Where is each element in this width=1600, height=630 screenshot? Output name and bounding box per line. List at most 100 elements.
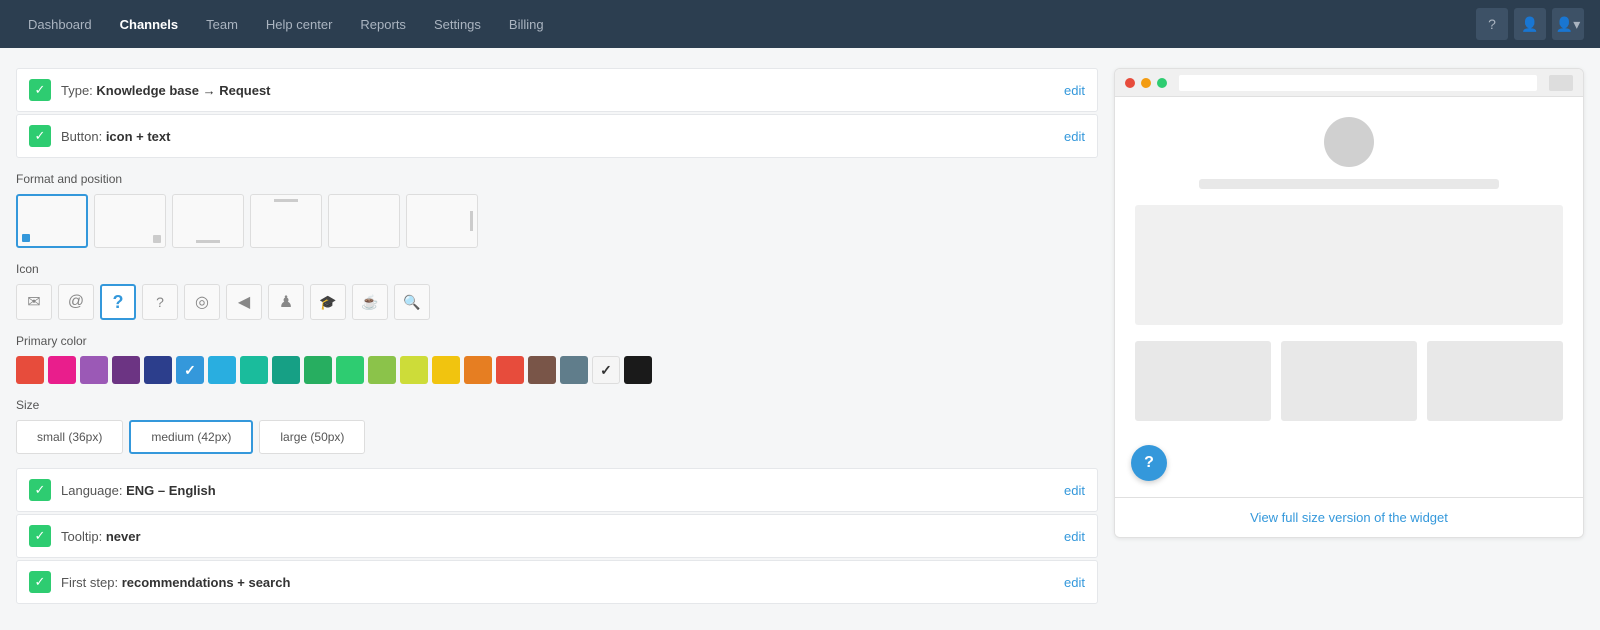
firststep-label: First step: recommendations + search xyxy=(61,575,1054,590)
tooltip-edit[interactable]: edit xyxy=(1064,529,1085,544)
color-lightgreen[interactable] xyxy=(368,356,396,384)
format-option-1[interactable] xyxy=(94,194,166,248)
color-slate[interactable] xyxy=(560,356,588,384)
color-lime[interactable] xyxy=(400,356,428,384)
color-darkpurple[interactable] xyxy=(112,356,140,384)
icon-life-ring[interactable]: ◎ xyxy=(184,284,220,320)
format-dot-2 xyxy=(196,240,220,243)
icon-mail[interactable]: ✉ xyxy=(16,284,52,320)
navbar: Dashboard Channels Team Help center Repo… xyxy=(0,0,1600,48)
button-edit[interactable]: edit xyxy=(1064,129,1085,144)
language-edit[interactable]: edit xyxy=(1064,483,1085,498)
format-dot-1 xyxy=(153,235,161,243)
color-lightblue[interactable] xyxy=(208,356,236,384)
preview-avatar xyxy=(1324,117,1374,167)
icon-graduation[interactable]: 🎓 xyxy=(310,284,346,320)
color-teal[interactable] xyxy=(240,356,268,384)
nav-billing[interactable]: Billing xyxy=(497,11,556,38)
format-dot-3 xyxy=(274,199,298,202)
button-label: Button: icon + text xyxy=(61,129,1054,144)
preview-cards xyxy=(1135,341,1563,421)
notifications-icon-btn[interactable]: 👤 xyxy=(1514,8,1546,40)
nav-team[interactable]: Team xyxy=(194,11,250,38)
color-darkgreen[interactable] xyxy=(304,356,332,384)
color-purple[interactable] xyxy=(80,356,108,384)
color-green[interactable] xyxy=(336,356,364,384)
nav-actions: ? 👤 👤▾ xyxy=(1476,8,1584,40)
preview-content: ? xyxy=(1115,97,1583,497)
nav-reports[interactable]: Reports xyxy=(348,11,418,38)
type-checkbox: ✓ xyxy=(29,79,51,101)
format-option-5[interactable] xyxy=(406,194,478,248)
firststep-checkbox: ✓ xyxy=(29,571,51,593)
nav-links: Dashboard Channels Team Help center Repo… xyxy=(16,11,556,38)
language-row: ✓ Language: ENG – English edit xyxy=(16,468,1098,512)
type-edit[interactable]: edit xyxy=(1064,83,1085,98)
icon-grid: ✉ @ ? ? ◎ ◀ ♟ 🎓 ☕ 🔍 xyxy=(16,284,1098,320)
icon-coffee[interactable]: ☕ xyxy=(352,284,388,320)
icon-search[interactable]: 🔍 xyxy=(394,284,430,320)
format-option-0[interactable] xyxy=(16,194,88,248)
icon-label: Icon xyxy=(16,262,1098,276)
language-label: Language: ENG – English xyxy=(61,483,1054,498)
color-darkteal[interactable] xyxy=(272,356,300,384)
color-grid xyxy=(16,356,1098,384)
color-yellow[interactable] xyxy=(432,356,460,384)
type-row: ✓ Type: Knowledge base → Request edit xyxy=(16,68,1098,112)
right-panel: ? View full size version of the widget xyxy=(1114,68,1584,604)
format-option-3[interactable] xyxy=(250,194,322,248)
color-red[interactable] xyxy=(16,356,44,384)
size-label: Size xyxy=(16,398,1098,412)
type-label: Type: Knowledge base → Request xyxy=(61,83,1054,98)
button-row: ✓ Button: icon + text edit xyxy=(16,114,1098,158)
format-option-2[interactable] xyxy=(172,194,244,248)
format-grid xyxy=(16,194,1098,248)
format-dot xyxy=(22,234,30,242)
tooltip-row: ✓ Tooltip: never edit xyxy=(16,514,1098,558)
icon-comment[interactable]: ◀ xyxy=(226,284,262,320)
icon-question-circle[interactable]: ? xyxy=(100,284,136,320)
tooltip-checkbox: ✓ xyxy=(29,525,51,547)
nav-dashboard[interactable]: Dashboard xyxy=(16,11,104,38)
size-small[interactable]: small (36px) xyxy=(16,420,123,454)
traffic-yellow xyxy=(1141,78,1151,88)
icon-user[interactable]: ♟ xyxy=(268,284,304,320)
color-brown[interactable] xyxy=(528,356,556,384)
size-large[interactable]: large (50px) xyxy=(259,420,365,454)
color-black[interactable] xyxy=(624,356,652,384)
color-darkblue[interactable] xyxy=(144,356,172,384)
size-medium[interactable]: medium (42px) xyxy=(129,420,253,454)
color-white[interactable] xyxy=(592,356,620,384)
nav-settings[interactable]: Settings xyxy=(422,11,493,38)
preview-control xyxy=(1549,75,1573,91)
format-label: Format and position xyxy=(16,172,1098,186)
help-icon-btn[interactable]: ? xyxy=(1476,8,1508,40)
widget-button[interactable]: ? xyxy=(1131,445,1167,481)
preview-card-1 xyxy=(1135,341,1271,421)
preview-content-block xyxy=(1135,205,1563,325)
nav-helpcenter[interactable]: Help center xyxy=(254,11,344,38)
preview-titlebar xyxy=(1115,69,1583,97)
view-full-link[interactable]: View full size version of the widget xyxy=(1115,497,1583,537)
primary-color-label: Primary color xyxy=(16,334,1098,348)
preview-address-bar xyxy=(1179,75,1537,91)
language-checkbox: ✓ xyxy=(29,479,51,501)
firststep-edit[interactable]: edit xyxy=(1064,575,1085,590)
bottom-rows: ✓ Language: ENG – English edit ✓ Tooltip… xyxy=(16,468,1098,604)
color-pink[interactable] xyxy=(48,356,76,384)
icon-at[interactable]: @ xyxy=(58,284,94,320)
nav-channels[interactable]: Channels xyxy=(108,11,191,38)
color-darkorange[interactable] xyxy=(496,356,524,384)
firststep-row: ✓ First step: recommendations + search e… xyxy=(16,560,1098,604)
tooltip-label: Tooltip: never xyxy=(61,529,1054,544)
color-blue[interactable] xyxy=(176,356,204,384)
preview-window: ? View full size version of the widget xyxy=(1114,68,1584,538)
traffic-green xyxy=(1157,78,1167,88)
color-orange[interactable] xyxy=(464,356,492,384)
icon-question[interactable]: ? xyxy=(142,284,178,320)
size-grid: small (36px) medium (42px) large (50px) xyxy=(16,420,1098,454)
main-container: ✓ Type: Knowledge base → Request edit ✓ … xyxy=(0,48,1600,624)
account-icon-btn[interactable]: 👤▾ xyxy=(1552,8,1584,40)
format-option-4[interactable] xyxy=(328,194,400,248)
preview-line-1 xyxy=(1199,179,1499,189)
